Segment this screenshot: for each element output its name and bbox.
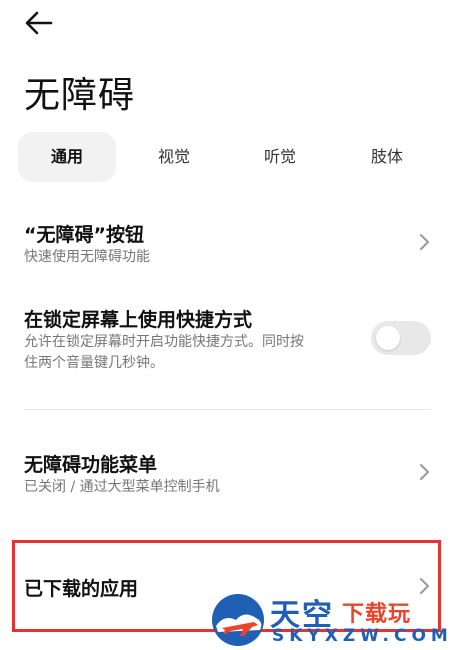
setting-subtitle: 已关闭 / 通过大型菜单控制手机 <box>24 479 220 495</box>
cloud-plane-logo-icon <box>212 594 264 646</box>
watermark: 天空 下载玩 SKYXZW.COM <box>208 588 455 650</box>
back-arrow-icon <box>25 11 53 35</box>
tab-physical[interactable]: 肢体 <box>349 132 425 182</box>
lockscreen-shortcut-toggle[interactable] <box>371 321 431 355</box>
setting-subtitle: 住两个音量键几秒钟。 <box>24 355 164 371</box>
setting-title: 无障碍功能菜单 <box>24 454 158 476</box>
chevron-right-icon <box>420 234 429 250</box>
tab-general[interactable]: 通用 <box>18 132 116 182</box>
tab-vision[interactable]: 视觉 <box>136 132 212 182</box>
setting-accessibility-button[interactable]: “无障碍”按钮 快速使用无障碍功能 <box>0 212 455 272</box>
page-title: 无障碍 <box>24 75 136 116</box>
tab-bar: 通用 视觉 听觉 肢体 <box>0 132 455 184</box>
setting-subtitle: 允许在锁定屏幕时开启功能快捷方式。同时按 <box>24 334 304 350</box>
setting-title: 在锁定屏幕上使用快捷方式 <box>24 309 253 331</box>
watermark-tag: 下载玩 <box>342 602 412 627</box>
back-button[interactable] <box>24 8 54 38</box>
toggle-knob <box>376 326 400 350</box>
tab-hearing[interactable]: 听觉 <box>242 132 318 182</box>
watermark-domain: SKYXZW.COM <box>272 626 453 646</box>
setting-accessibility-menu[interactable]: 无障碍功能菜单 已关闭 / 通过大型菜单控制手机 <box>0 442 455 502</box>
divider <box>24 409 431 410</box>
setting-title: “无障碍”按钮 <box>24 224 144 246</box>
setting-subtitle: 快速使用无障碍功能 <box>24 249 150 265</box>
chevron-right-icon <box>420 464 429 480</box>
